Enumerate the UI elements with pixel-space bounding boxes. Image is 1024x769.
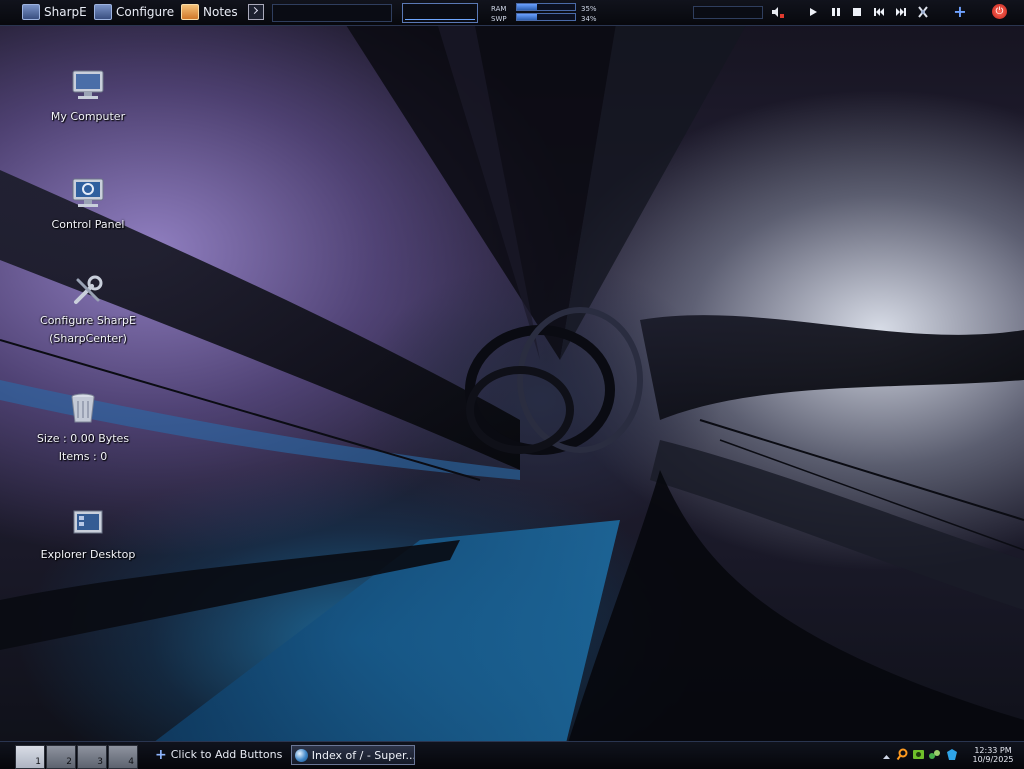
add-buttons-launcher[interactable]: + Click to Add Buttons [155, 746, 283, 763]
workspace-number: 1 [35, 757, 41, 767]
desktop-icon-sublabel: (SharpCenter) [49, 332, 127, 345]
power-icon[interactable]: ⏻ [992, 4, 1007, 19]
clock-time: 12:33 PM [974, 746, 1012, 755]
desktop-icon-recycle-bin[interactable]: Size : 0.00 Bytes Items : 0 [28, 390, 138, 466]
clock-date: 10/9/2025 [972, 755, 1014, 764]
recycle-bin-items-label: Items : 0 [58, 450, 108, 463]
desktop-icon-control-panel[interactable]: Control Panel [33, 176, 143, 234]
terminal-button[interactable] [248, 4, 264, 20]
tools-icon [70, 272, 106, 308]
ram-percent: 35% [581, 5, 597, 13]
plus-icon: + [155, 746, 167, 763]
address-field[interactable] [272, 4, 392, 22]
taskbar: 1 2 3 4 + Click to Add Buttons Index of … [0, 741, 1024, 769]
workspace-1[interactable]: 1 [15, 745, 45, 769]
recycle-bin-size-label: Size : 0.00 Bytes [36, 432, 130, 445]
swp-percent: 34% [581, 15, 597, 23]
notes-icon [181, 4, 199, 20]
workspace-number: 3 [97, 757, 103, 767]
workspace-number: 2 [66, 757, 72, 767]
stop-icon[interactable] [850, 5, 864, 19]
sharpe-menu-label: SharpE [44, 5, 87, 19]
ram-label: RAM [491, 5, 507, 13]
desktop-wallpaper [0, 0, 1024, 768]
sharpe-logo-icon [22, 4, 40, 20]
sharpe-menu-button[interactable]: SharpE [22, 3, 87, 21]
desktop-icon-configure-sharpe[interactable]: Configure SharpE (SharpCenter) [33, 272, 143, 348]
tray-search-icon[interactable] [896, 748, 909, 761]
browser-globe-icon [295, 748, 308, 762]
swp-meter [516, 13, 576, 21]
cpu-graph [402, 3, 478, 23]
configure-label: Configure [116, 5, 175, 19]
workspace-2[interactable]: 2 [46, 745, 76, 769]
taskbar-window-browser[interactable]: Index of / - Super... [291, 745, 415, 765]
configure-icon [94, 4, 112, 20]
play-icon[interactable] [806, 5, 820, 19]
desktop-icon-label: Configure SharpE [40, 314, 136, 327]
workspace-number: 4 [128, 757, 134, 767]
taskbar-clock[interactable]: 12:33 PM 10/9/2025 [966, 746, 1020, 764]
swp-meter-fill [517, 14, 537, 20]
tray-app-icon[interactable] [945, 748, 958, 761]
wallpaper-art [0, 0, 1024, 768]
workspace-3[interactable]: 3 [77, 745, 107, 769]
tray-expand-arrow-icon[interactable] [880, 750, 893, 763]
next-track-icon[interactable] [894, 5, 908, 19]
control-panel-icon [70, 176, 106, 212]
desktop-icon-explorer-desktop[interactable]: Explorer Desktop [33, 506, 143, 564]
taskbar-window-title: Index of / - Super... [311, 748, 414, 762]
desktop-icon-label: Explorer Desktop [40, 548, 136, 561]
ram-meter [516, 3, 576, 11]
notes-label: Notes [203, 5, 238, 19]
tray-nvidia-icon[interactable] [912, 748, 925, 761]
computer-icon [70, 68, 106, 104]
workspace-4[interactable]: 4 [108, 745, 138, 769]
desktop-icon-my-computer[interactable]: My Computer [33, 68, 143, 126]
explorer-desktop-icon [70, 506, 106, 542]
mute-speaker-icon[interactable] [770, 5, 784, 19]
volume-slider[interactable] [693, 6, 763, 19]
media-player-icon[interactable] [916, 5, 930, 19]
add-buttons-label: Click to Add Buttons [170, 748, 283, 761]
top-panel: SharpE Configure Notes RAM 35% SWP 34% +… [0, 0, 1024, 26]
pause-icon[interactable] [829, 5, 843, 19]
tray-network-icon[interactable] [928, 748, 941, 761]
add-module-plus-icon[interactable]: + [953, 4, 967, 20]
previous-track-icon[interactable] [872, 5, 886, 19]
desktop-icon-label: My Computer [50, 110, 126, 123]
configure-button[interactable]: Configure [94, 3, 174, 21]
swp-label: SWP [491, 15, 507, 23]
recycle-bin-icon [65, 390, 101, 426]
ram-meter-fill [517, 4, 538, 10]
notes-button[interactable]: Notes [181, 3, 238, 21]
desktop-icon-label: Control Panel [51, 218, 125, 231]
